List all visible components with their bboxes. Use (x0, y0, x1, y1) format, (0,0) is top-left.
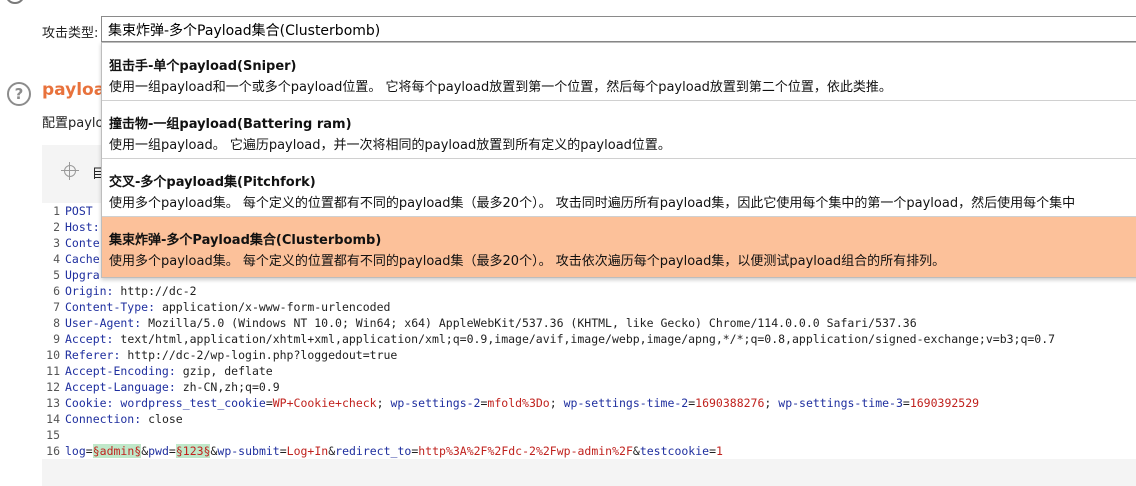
option-description: 使用多个payload集。 每个定义的位置都有不同的payload集（最多20个… (109, 254, 946, 269)
cookie-name: wordpress_test_cookie (120, 396, 266, 410)
header-value: gzip, deflate (175, 364, 273, 378)
header-value: zh-CN,zh;q=0.9 (175, 380, 280, 394)
line-number: 7 (53, 300, 60, 314)
header-key: Connection: (65, 412, 142, 426)
attack-type-select[interactable]: 集束炸弹-多个Payload集合(Clusterbomb) (101, 16, 1136, 42)
header-value: application/x-www-form-urlencoded (155, 300, 391, 314)
option-description: 使用多个payload集。 每个定义的位置都有不同的payload集（最多20个… (109, 196, 1076, 211)
line-number: 12 (46, 380, 60, 394)
cookie-name: wp-settings-2 (390, 396, 481, 410)
option-title: 集束炸弹-多个Payload集合(Clusterbomb) (109, 233, 382, 248)
empty-line: 15 (42, 427, 1136, 443)
line-number: 2 (53, 220, 60, 234)
header-key: Accept-Language: (65, 380, 176, 394)
attack-option-sniper[interactable]: 狙击手-单个payload(Sniper) 使用一组payload和一个或多个p… (102, 43, 1136, 101)
attack-type-label: 攻击类型: (42, 26, 99, 41)
param-value: Log+In (286, 444, 329, 458)
code-line: 11 Accept-Encoding: gzip, deflate (42, 363, 1136, 379)
header-key: Cookie: (65, 396, 114, 410)
header-value: http://dc-2 (113, 284, 197, 298)
cookie-value: mfold%3Do (487, 396, 550, 410)
header-key: Accept: (65, 332, 114, 346)
cookie-value: 1690392529 (909, 396, 980, 410)
line-number: 3 (53, 236, 60, 250)
param-name: testcookie (639, 444, 710, 458)
attack-option-pitchfork[interactable]: 交叉-多个payload集(Pitchfork) 使用多个payload集。 每… (102, 159, 1136, 217)
header-key: Content-Type: (65, 300, 156, 314)
cookie-value: WP+Cookie+check (272, 396, 377, 410)
header-key: POST (65, 204, 93, 218)
header-value: close (141, 412, 183, 426)
header-key: Upgra (65, 268, 100, 282)
top-circle-icon (5, 0, 25, 4)
cookie-line: 13 Cookie: wordpress_test_cookie=WP+Cooki… (42, 395, 1136, 411)
code-line: 12 Accept-Language: zh-CN,zh;q=0.9 (42, 379, 1136, 395)
header-key: Host: (65, 220, 100, 234)
line-number: 8 (53, 316, 60, 330)
section-description: 配置paylo (42, 116, 104, 131)
header-key: Referer: (65, 348, 121, 362)
cookie-value: 1690388276 (695, 396, 765, 410)
header-value: http://dc-2/wp-login.php?loggedout=true (120, 348, 398, 362)
header-value: text/html,application/xhtml+xml,applicat… (113, 332, 1056, 346)
header-key: User-Agent: (65, 316, 142, 330)
line-number: 5 (53, 268, 60, 282)
line-number: 9 (53, 332, 60, 346)
option-title: 交叉-多个payload集(Pitchfork) (109, 175, 316, 190)
target-icon[interactable] (61, 162, 79, 180)
header-key: Conte (65, 236, 100, 250)
header-key: Origin: (65, 284, 114, 298)
option-title: 狙击手-单个payload(Sniper) (109, 59, 297, 74)
payload-marker[interactable]: §admin§ (92, 444, 142, 458)
header-key: Accept-Encoding: (65, 364, 176, 378)
param-name: log (65, 444, 86, 458)
attack-type-dropdown[interactable]: 狙击手-单个payload(Sniper) 使用一组payload和一个或多个p… (101, 42, 1136, 278)
param-name: redirect_to (335, 444, 412, 458)
line-number: 16 (46, 444, 60, 458)
param-value: http%3A%2F%2Fdc-2%2Fwp-admin%2F (418, 444, 633, 458)
code-line: 14 Connection: close (42, 411, 1136, 427)
param-name: pwd (148, 444, 169, 458)
line-number: 13 (46, 396, 60, 410)
cookie-name: wp-settings-time-2 (563, 396, 689, 410)
line-number: 11 (46, 364, 60, 378)
body-line: 16 log=§admin§&pwd=§123§&wp-submit=Log+In… (42, 443, 1136, 459)
payload-marker[interactable]: §123§ (175, 444, 211, 458)
help-icon[interactable]: ? (7, 82, 31, 106)
header-value: Mozilla/5.0 (Windows NT 10.0; Win64; x64… (141, 316, 917, 330)
line-number: 14 (46, 412, 60, 426)
line-number: 6 (53, 284, 60, 298)
attack-option-battering-ram[interactable]: 撞击物-一组payload(Battering ram) 使用一组payload… (102, 101, 1136, 159)
option-description: 使用一组payload和一个或多个payload位置。 它将每个payload放… (109, 80, 892, 95)
line-number: 15 (46, 428, 60, 442)
header-key: Cache (65, 252, 100, 266)
param-name: wp-submit (217, 444, 280, 458)
param-value: 1 (716, 444, 723, 458)
code-line: 8 User-Agent: Mozilla/5.0 (Windows NT 10.… (42, 315, 1136, 331)
line-number: 10 (46, 348, 60, 362)
attack-option-clusterbomb[interactable]: 集束炸弹-多个Payload集合(Clusterbomb) 使用多个payloa… (102, 217, 1136, 277)
code-line: 6 Origin: http://dc-2 (42, 283, 1136, 299)
option-title: 撞击物-一组payload(Battering ram) (109, 117, 352, 132)
option-description: 使用一组payload。 它遍历payload，并一次将相同的payload放置… (109, 138, 671, 153)
cookie-name: wp-settings-time-3 (778, 396, 903, 410)
code-line: 7 Content-Type: application/x-www-form-ur… (42, 299, 1136, 315)
code-line: 10 Referer: http://dc-2/wp-login.php?logg… (42, 347, 1136, 363)
line-number: 4 (53, 252, 60, 266)
line-number: 1 (53, 204, 60, 218)
code-line: 9 Accept: text/html,application/xhtml+xml… (42, 331, 1136, 347)
